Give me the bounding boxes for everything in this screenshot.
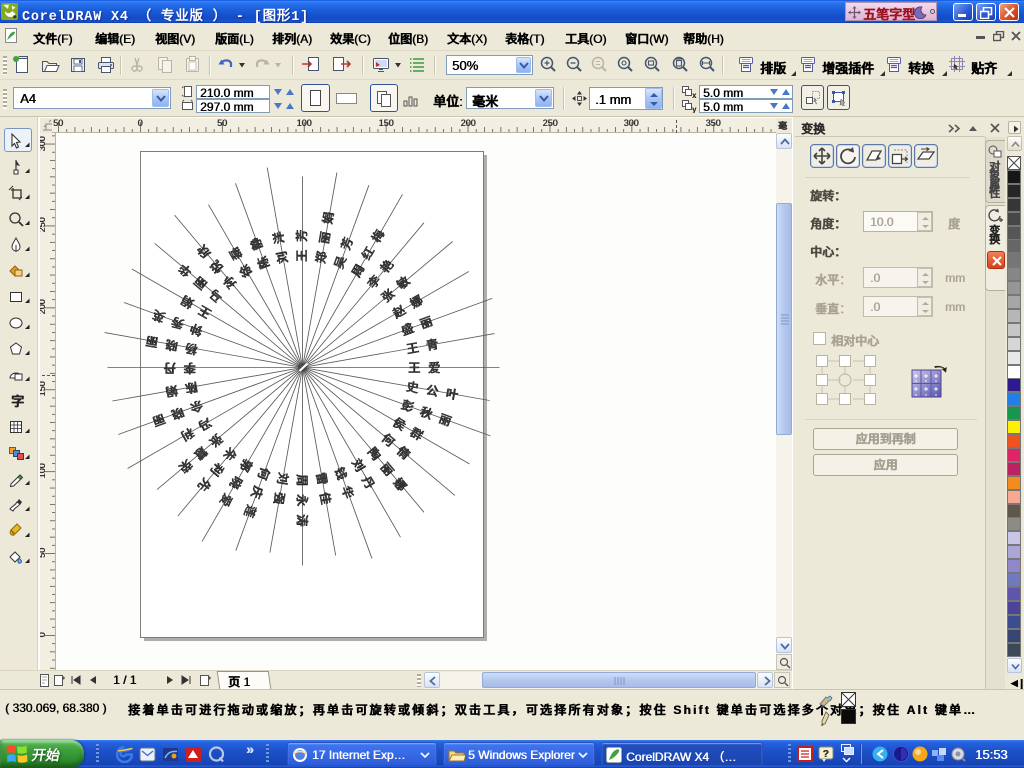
svg-text:字: 字 <box>11 394 24 409</box>
svg-text:王芳: 王芳 <box>294 222 309 262</box>
svg-text:x: x <box>692 91 696 99</box>
svg-text:?: ? <box>823 749 829 760</box>
svg-text:王爱: 王爱 <box>408 360 448 375</box>
svg-text:周永涛: 周永涛 <box>295 474 310 534</box>
svg-text:y: y <box>692 105 696 113</box>
svg-text:李丹: 李丹 <box>156 361 197 376</box>
